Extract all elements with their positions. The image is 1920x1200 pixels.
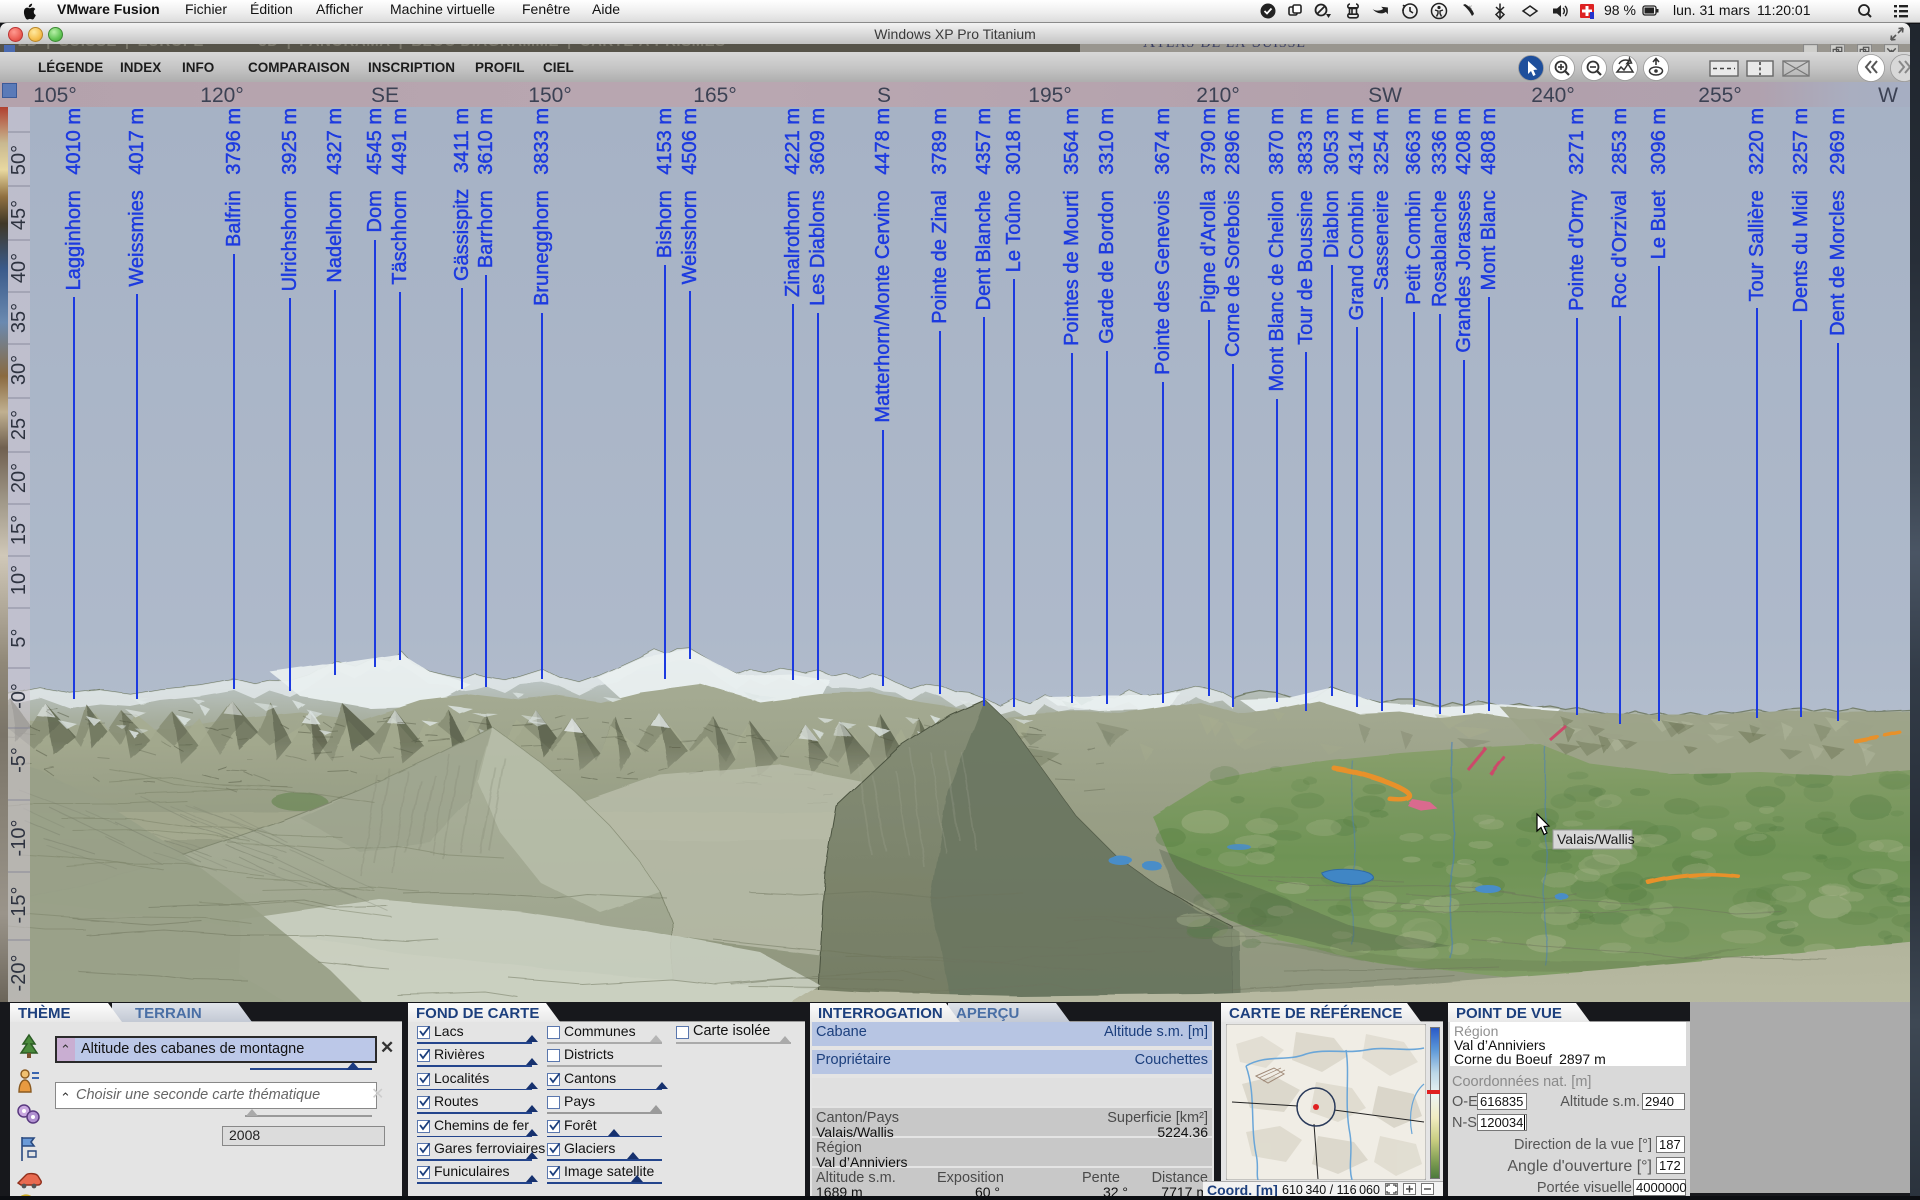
svg-text:-5°: -5°: [8, 747, 30, 773]
svg-text:Dom 4545 m: Dom 4545 m: [364, 108, 386, 233]
svg-text:Tour de Boussine 3833 m: Tour de Boussine 3833 m: [1295, 108, 1317, 345]
svg-text:5°: 5°: [8, 628, 30, 647]
svg-text:Grand Combin 4314 m: Grand Combin 4314 m: [1346, 108, 1368, 320]
svg-text:Mont Blanc 4808 m: Mont Blanc 4808 m: [1478, 108, 1500, 290]
svg-text:Weissmies 4017 m: Weissmies 4017 m: [126, 108, 148, 287]
svg-text:Sasseneire 3254 m: Sasseneire 3254 m: [1371, 108, 1393, 290]
svg-text:45°: 45°: [8, 200, 30, 230]
svg-text:((: ((: [1469, 4, 1472, 9]
svg-text:Bishorn 4153 m: Bishorn 4153 m: [654, 108, 676, 258]
svg-text:Grandes Jorasses 4208 m: Grandes Jorasses 4208 m: [1453, 108, 1475, 353]
svg-text:Les Diablons 3609 m: Les Diablons 3609 m: [807, 108, 829, 306]
svg-text:Roc d'Orzival 2853 m: Roc d'Orzival 2853 m: [1609, 108, 1631, 309]
svg-text:35°: 35°: [8, 303, 30, 333]
svg-text:-10°: -10°: [8, 820, 30, 857]
svg-text:Dents du Midi 3257 m: Dents du Midi 3257 m: [1790, 108, 1812, 313]
svg-text:Zinalrothorn 4221 m: Zinalrothorn 4221 m: [782, 108, 804, 297]
svg-text:Täschhorn 4491 m: Täschhorn 4491 m: [389, 108, 411, 285]
svg-text:-15°: -15°: [8, 887, 30, 924]
svg-text:Pointe d'Orny 3271 m: Pointe d'Orny 3271 m: [1566, 108, 1588, 311]
svg-text:Pigne d'Arolla 3790 m: Pigne d'Arolla 3790 m: [1198, 108, 1220, 313]
svg-text:Barrhorn 3610 m: Barrhorn 3610 m: [475, 108, 497, 268]
svg-text:15°: 15°: [8, 515, 30, 545]
svg-text:10°: 10°: [8, 565, 30, 595]
svg-text:Weisshorn 4506 m: Weisshorn 4506 m: [679, 108, 701, 284]
svg-text:Tour Sallière 3220 m: Tour Sallière 3220 m: [1746, 108, 1768, 301]
svg-text:Matterhorn/Monte Cervino 4478: Matterhorn/Monte Cervino 4478 m: [872, 108, 894, 423]
svg-text:Ulrichshorn 3925 m: Ulrichshorn 3925 m: [279, 108, 301, 291]
svg-text:Balfrin 3796 m: Balfrin 3796 m: [223, 108, 245, 247]
svg-text:Dent de Morcles 2969 m: Dent de Morcles 2969 m: [1827, 108, 1849, 336]
svg-text:Pointe des Genevois 3674 m: Pointe des Genevois 3674 m: [1152, 108, 1174, 375]
svg-text:Garde de Bordon 3310 m: Garde de Bordon 3310 m: [1096, 108, 1118, 344]
svg-text:20°: 20°: [8, 463, 30, 493]
svg-text:Rosablanche 3336 m: Rosablanche 3336 m: [1429, 108, 1451, 307]
svg-text:Le Toûno 3018 m: Le Toûno 3018 m: [1003, 108, 1025, 272]
svg-text:25°: 25°: [8, 410, 30, 440]
svg-text:Pointes de Mourti 3564 m: Pointes de Mourti 3564 m: [1061, 108, 1083, 346]
svg-text:Dent Blanche 4357 m: Dent Blanche 4357 m: [973, 108, 995, 310]
svg-text:40°: 40°: [8, 253, 30, 283]
svg-text:Nadelhorn 4327 m: Nadelhorn 4327 m: [324, 108, 346, 283]
svg-text:Brunegghorn 3833 m: Brunegghorn 3833 m: [531, 108, 553, 306]
svg-text:Gässispitz 3411 m: Gässispitz 3411 m: [451, 108, 473, 281]
svg-text:-0°: -0°: [8, 683, 30, 709]
svg-text:Pointe de Zinal 3789 m: Pointe de Zinal 3789 m: [929, 108, 951, 324]
svg-text:Lagginhorn 4010 m: Lagginhorn 4010 m: [63, 108, 85, 290]
svg-text:50°: 50°: [8, 145, 30, 175]
svg-text:Mont Blanc de Cheilon 3870 m: Mont Blanc de Cheilon 3870 m: [1266, 108, 1288, 392]
svg-text:Petit Combin 3663 m: Petit Combin 3663 m: [1403, 108, 1425, 305]
svg-text:Valais/Wallis: Valais/Wallis: [1557, 831, 1635, 847]
svg-text:30°: 30°: [8, 355, 30, 385]
svg-text:Le Buet 3096 m: Le Buet 3096 m: [1648, 108, 1670, 259]
svg-text:-20°: -20°: [8, 955, 30, 992]
svg-text:Corne de Sorebois 2896 m: Corne de Sorebois 2896 m: [1222, 108, 1244, 357]
svg-text:Diablon 3053 m: Diablon 3053 m: [1321, 108, 1343, 258]
